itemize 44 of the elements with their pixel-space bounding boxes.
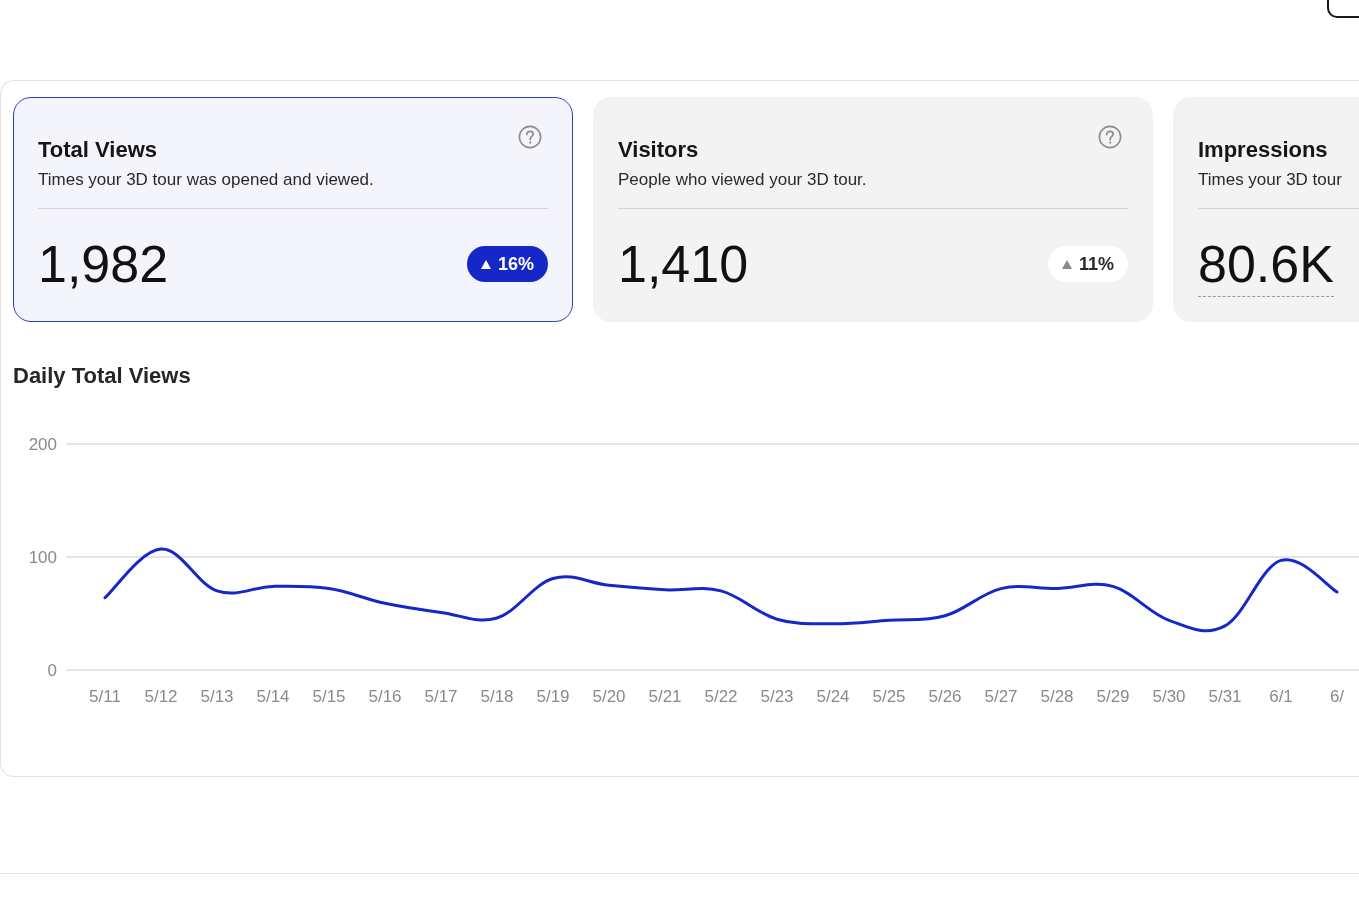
cut-off-button[interactable] <box>1327 0 1359 18</box>
x-axis-label: 5/12 <box>144 686 178 706</box>
change-percent: 16% <box>497 253 534 276</box>
x-axis-label: 5/22 <box>704 686 738 706</box>
x-axis-label: 5/25 <box>872 686 906 706</box>
x-axis-label: 5/21 <box>648 686 682 706</box>
card-description: Times your 3D tour was opened and viewed. <box>38 169 374 191</box>
card-title: Impressions <box>1198 136 1329 164</box>
x-axis-label: 5/11 <box>89 686 121 706</box>
card-description: Times your 3D tour <box>1198 169 1342 191</box>
metric-card[interactable]: Visitors People who viewed your 3D tour. 1,410 11% <box>593 97 1153 322</box>
x-axis-label: 6/1 <box>1269 686 1293 706</box>
x-axis-label: 5/16 <box>368 686 402 706</box>
y-axis-label: 100 <box>28 547 57 567</box>
change-percent: 11% <box>1078 253 1114 276</box>
x-axis-label: 5/26 <box>928 686 962 706</box>
x-axis-label: 5/14 <box>256 686 290 706</box>
card-title: Visitors <box>618 136 700 164</box>
x-axis-label: 5/30 <box>1152 686 1186 706</box>
x-axis-label: 5/23 <box>760 686 794 706</box>
help-icon[interactable] <box>1098 125 1122 149</box>
x-axis-label: 5/28 <box>1040 686 1074 706</box>
card-description: People who viewed your 3D tour. <box>618 169 867 191</box>
x-axis-label: 5/15 <box>312 686 346 706</box>
metric-card[interactable]: Total Views Times your 3D tour was opened and viewed. 1,982 16% <box>13 97 573 322</box>
x-axis-label: 5/31 <box>1208 686 1242 706</box>
x-axis-label: 5/13 <box>200 686 234 706</box>
metric-value: 1,410 <box>618 237 749 292</box>
metric-value: 1,982 <box>38 237 169 292</box>
chart-title: Daily Total Views <box>13 361 191 390</box>
card-title: Total Views <box>38 136 158 164</box>
x-axis-label: 5/27 <box>984 686 1018 706</box>
metric-value: 80.6K <box>1198 237 1334 297</box>
x-axis-label: 5/18 <box>480 686 514 706</box>
x-axis-label: 5/19 <box>536 686 570 706</box>
x-axis-label: 5/20 <box>592 686 626 706</box>
x-axis-label: 5/24 <box>816 686 850 706</box>
x-axis-label: 5/17 <box>424 686 458 706</box>
y-axis-label: 200 <box>28 434 57 454</box>
metric-card[interactable]: Impressions Times your 3D tour 80.6K <box>1173 97 1359 322</box>
help-icon[interactable] <box>518 125 542 149</box>
x-axis-label: 5/29 <box>1096 686 1130 706</box>
x-axis-label: 6/ <box>1329 686 1345 706</box>
y-axis-label: 0 <box>47 660 57 680</box>
